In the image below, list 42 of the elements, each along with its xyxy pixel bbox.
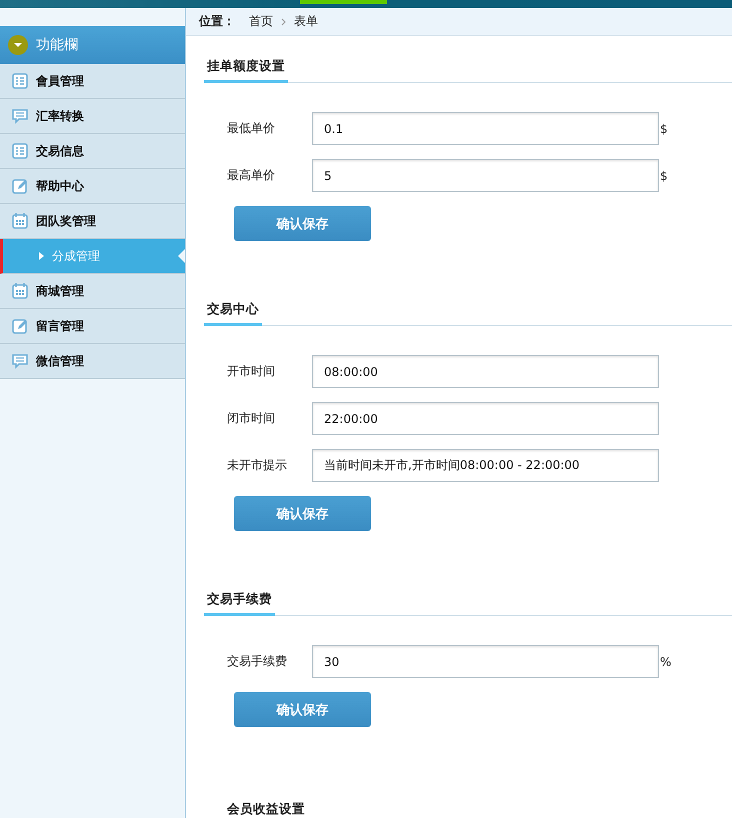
field-label: 开市时间 [227,363,276,380]
input-field[interactable]: 30 [312,645,659,678]
sidebar-title: 功能欄 [36,36,78,54]
sidebar-item[interactable]: 商城管理 [0,274,185,309]
sidebar-item[interactable]: 留言管理 [0,309,185,344]
edit-icon [12,318,28,334]
unit-label: $ [660,122,668,136]
sidebar-item[interactable]: 微信管理 [0,344,185,379]
field-label: 最低单价 [227,120,276,137]
input-field[interactable]: 当前时间未开市,开市时间08:00:00 - 22:00:00 [312,449,659,482]
dropdown-icon [8,35,28,55]
sidebar-item[interactable]: 帮助中心 [0,169,185,204]
field-label: 未开市提示 [227,457,288,474]
breadcrumb-link[interactable]: 表单 [294,13,318,30]
unit-label: % [660,654,672,668]
sidebar-item[interactable]: 交易信息 [0,134,185,169]
list-icon [12,73,28,89]
field-label: 最高单价 [227,167,276,184]
input-field[interactable]: 08:00:00 [312,355,659,388]
field-label: 交易手续费 [227,653,288,670]
caret-icon [39,252,44,260]
input-field[interactable]: 5 [312,159,659,192]
chat-icon [12,108,28,124]
sidebar-item[interactable]: 會員管理 [0,64,185,99]
breadcrumb-label: 位置： [199,13,235,30]
list-icon [12,143,28,159]
section-title: 会员收益设置 [227,801,306,818]
sidebar-item[interactable]: 团队奖管理 [0,204,185,239]
section-title: 交易手续费 [204,591,275,616]
edit-icon [12,178,28,194]
input-field[interactable]: 0.1 [312,112,659,145]
field-label: 闭市时间 [227,410,276,427]
section-title: 交易中心 [204,301,262,326]
chat-icon [12,353,28,369]
calendar-icon [12,283,28,299]
unit-label: $ [660,168,668,182]
sidebar-item[interactable]: 汇率转换 [0,99,185,134]
chevron-icon [281,18,286,26]
section-title: 挂单额度设置 [204,58,288,83]
input-field[interactable]: 22:00:00 [312,402,659,435]
breadcrumb-link[interactable]: 首页 [249,13,273,30]
calendar-icon [12,213,28,229]
